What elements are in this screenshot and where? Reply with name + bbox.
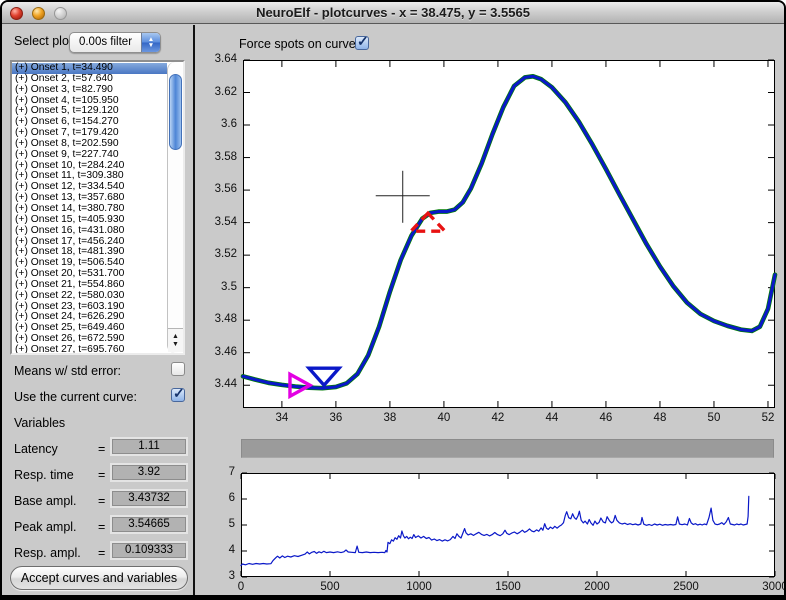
listbox-scrollbar[interactable]: ▲ ▼: [167, 62, 183, 353]
equals-sign: =: [98, 494, 105, 508]
x-tick-label: 52: [743, 412, 784, 424]
means-std-checkbox[interactable]: ✓: [171, 362, 185, 376]
y-tick-label: 3.44: [199, 378, 237, 390]
y-tick-label: 3.46: [199, 346, 237, 358]
y-tick-label: 3.48: [199, 313, 237, 325]
scroll-up-button[interactable]: ▲: [172, 333, 179, 340]
y-tick-label: 3.6: [199, 118, 237, 130]
x-tick-label: 3000: [750, 581, 784, 593]
window-controls: [10, 7, 67, 20]
equals-sign: =: [98, 520, 105, 534]
window-title: NeuroElf - plotcurves - x = 38.475, y = …: [2, 5, 784, 20]
y-tick-label: 4: [197, 544, 235, 556]
resp-time-field[interactable]: 3.92: [110, 463, 188, 482]
y-tick-label: 6: [197, 492, 235, 504]
list-item-onset[interactable]: (+) Onset 22, t=580.030: [12, 291, 167, 302]
y-tick-label: 5: [197, 518, 235, 530]
stepper-down-icon: ▼: [148, 43, 154, 49]
y-tick-label: 3.52: [199, 248, 237, 260]
force-spots-checkbox[interactable]: ✓: [355, 36, 369, 50]
onset-list-items: (+) Onset 1, t=34.490(+) Onset 2, t=57.6…: [12, 62, 167, 353]
x-tick-label: 34: [257, 412, 307, 424]
y-tick-label: 3.5: [199, 281, 237, 293]
x-tick-label: 1500: [483, 581, 533, 593]
list-item-onset[interactable]: (+) Onset 9, t=227.740: [12, 150, 167, 161]
equals-sign: =: [98, 546, 105, 560]
x-tick-label: 40: [419, 412, 469, 424]
title-bar[interactable]: NeuroElf - plotcurves - x = 38.475, y = …: [2, 2, 784, 24]
checkmark-icon: ✓: [357, 33, 369, 50]
use-current-curve-checkbox[interactable]: ✓: [171, 388, 185, 402]
latency-field[interactable]: 1.11: [110, 437, 188, 456]
resp-time-label: Resp. time: [14, 468, 74, 482]
base-ampl-label: Base ampl.: [14, 494, 77, 508]
peak-ampl-label: Peak ampl.: [14, 520, 77, 534]
app-window: NeuroElf - plotcurves - x = 38.475, y = …: [0, 0, 786, 600]
x-tick-label: 36: [311, 412, 361, 424]
y-tick-label: 3.54: [199, 216, 237, 228]
x-tick-label: 2500: [661, 581, 711, 593]
means-std-label: Means w/ std error:: [14, 364, 121, 378]
peak-ampl-field[interactable]: 3.54665: [110, 515, 188, 534]
y-tick-label: 3.58: [199, 151, 237, 163]
x-tick-label: 50: [689, 412, 739, 424]
equals-sign: =: [98, 468, 105, 482]
y-tick-label: 3: [197, 570, 235, 582]
y-tick-label: 3.56: [199, 183, 237, 195]
dropdown-value: 0.00s filter: [70, 33, 141, 52]
close-button[interactable]: [10, 7, 23, 20]
onset-listbox[interactable]: (+) Onset 1, t=34.490(+) Onset 2, t=57.6…: [10, 60, 185, 355]
resp-ampl-field[interactable]: 0.109333: [110, 541, 188, 560]
x-tick-label: 2000: [572, 581, 622, 593]
x-tick-label: 44: [527, 412, 577, 424]
x-tick-label: 1000: [394, 581, 444, 593]
force-spots-label: Force spots on curve:: [239, 37, 359, 51]
position-slider[interactable]: [241, 439, 774, 458]
scroll-down-button[interactable]: ▼: [172, 341, 179, 348]
y-tick-label: 3.62: [199, 86, 237, 98]
x-tick-label: 0: [216, 581, 266, 593]
plot-type-dropdown[interactable]: 0.00s filter ▲ ▼: [69, 32, 161, 53]
base-ampl-field[interactable]: 3.43732: [110, 489, 188, 508]
accept-curves-button[interactable]: Accept curves and variables: [10, 566, 188, 590]
y-tick-label: 7: [197, 466, 235, 478]
variables-heading: Variables: [14, 416, 65, 430]
scrollbar-arrows: ▲ ▼: [168, 328, 183, 352]
dropdown-stepper[interactable]: ▲ ▼: [141, 33, 160, 52]
list-item-onset[interactable]: (+) Onset 3, t=82.790: [12, 85, 167, 96]
curve-plot[interactable]: 343638404244464850523.443.463.483.53.523…: [243, 60, 775, 408]
latency-label: Latency: [14, 442, 58, 456]
resp-ampl-label: Resp. ampl.: [14, 546, 81, 560]
x-tick-label: 42: [473, 412, 523, 424]
x-tick-label: 38: [365, 412, 415, 424]
equals-sign: =: [98, 442, 105, 456]
x-tick-label: 48: [635, 412, 685, 424]
control-panel: Select plot: 0.00s filter ▲ ▼ (+) Onset …: [2, 25, 193, 595]
select-plot-label: Select plot:: [14, 34, 76, 48]
figure-background: NeuroElf - plotcurves - x = 38.475, y = …: [2, 2, 784, 595]
list-item-onset[interactable]: (+) Onset 27, t=695.760: [12, 345, 167, 353]
zoom-button: [54, 7, 67, 20]
timecourse-plot[interactable]: 05001000150020002500300034567: [241, 473, 775, 577]
list-item-onset[interactable]: (+) Onset 16, t=431.080: [12, 226, 167, 237]
x-tick-label: 500: [305, 581, 355, 593]
plot-panel: Force spots on curve: ✓ 3436384042444648…: [195, 25, 784, 595]
use-current-curve-label: Use the current curve:: [14, 390, 137, 404]
x-tick-label: 46: [581, 412, 631, 424]
minimize-button[interactable]: [32, 7, 45, 20]
scrollbar-thumb[interactable]: [169, 74, 182, 150]
y-tick-label: 3.64: [199, 53, 237, 65]
checkmark-icon: ✓: [173, 385, 185, 402]
